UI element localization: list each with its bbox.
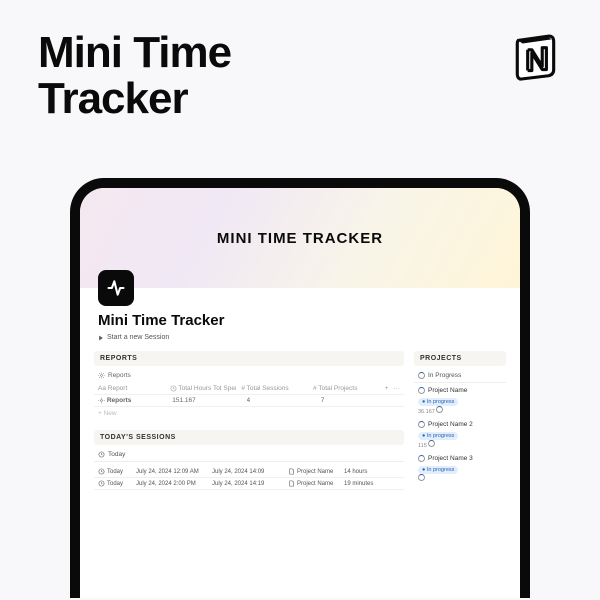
play-icon [98,335,104,341]
cell-projects: 7 [321,397,390,404]
projects-heading: PROJECTS [414,351,506,366]
progress-ring-icon [418,372,425,379]
notion-logo-icon [510,30,562,82]
status-badge: ● In progress [418,398,458,406]
cell-sessions: 4 [247,397,316,404]
activity-icon [106,278,126,298]
cell-hours: 151.167 [172,397,241,404]
project-card[interactable]: Project Name 2 ● In progress 115 [414,421,506,449]
gear-icon [98,397,105,404]
col-hours: Total Hours Tot Spent [170,385,237,392]
sessions-tab-today[interactable]: Today [94,451,404,462]
clock-icon [98,451,105,458]
sessions-heading: TODAY'S SESSIONS [94,430,404,445]
clock-icon [98,480,105,487]
col-projects: # Total Projects [313,385,380,392]
page-title: Mini Time Tracker [98,312,506,329]
tablet-frame: MINI TIME TRACKER Mini Time Tracker Star… [70,178,530,598]
gear-icon [98,372,105,379]
reports-table-row[interactable]: Reports 151.167 4 7 [94,395,404,407]
tab-label: In Progress [428,372,461,379]
status-badge: ● In progress [418,432,458,440]
project-card[interactable]: Project Name 3 ● In progress [414,455,506,483]
file-icon [288,480,295,487]
hero-title: Mini Time Tracker [38,30,231,122]
col-report: Aa Report [98,385,165,392]
start-session-button[interactable]: Start a new Session [98,334,506,341]
reports-view-toggle[interactable]: Reports [94,372,404,379]
session-row[interactable]: Today July 24, 2024 12:09 AM July 24, 20… [94,466,404,478]
hero-line-1: Mini Time [38,30,231,76]
add-column-button[interactable]: + [385,385,389,392]
more-columns-button[interactable]: ··· [393,385,400,392]
progress-ring-icon [418,387,425,394]
new-report-button[interactable]: + New [94,407,404,420]
clock-icon [98,468,105,475]
cell-name: Reports [98,397,167,404]
file-icon [288,468,295,475]
hero-line-2: Tracker [38,76,231,122]
tab-label: Today [108,451,125,458]
status-badge: ● In progress [418,466,458,474]
clock-icon [170,385,177,392]
reports-heading: REPORTS [94,351,404,366]
page-icon[interactable] [98,270,134,306]
cover-title: MINI TIME TRACKER [217,230,383,247]
project-card[interactable]: Project Name ● In progress 36.167 [414,387,506,415]
progress-ring-icon [418,474,425,481]
session-row[interactable]: Today July 24, 2024 2:00 PM July 24, 202… [94,478,404,490]
progress-ring-icon [418,421,425,428]
col-sessions: # Total Sessions [241,385,308,392]
progress-ring-icon [428,440,435,447]
progress-ring-icon [436,406,443,413]
start-session-label: Start a new Session [107,334,169,341]
progress-ring-icon [418,455,425,462]
projects-tab-inprogress[interactable]: In Progress [414,372,506,383]
reports-toggle-label: Reports [108,372,131,379]
reports-table-header: Aa Report Total Hours Tot Spent # Total … [94,383,404,395]
